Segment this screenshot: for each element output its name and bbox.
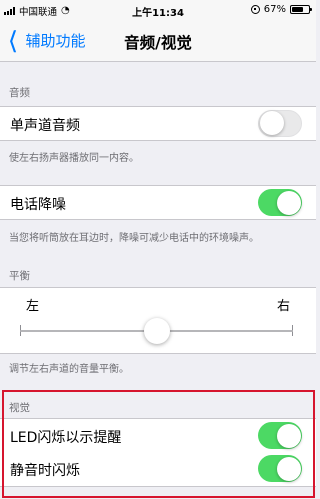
led-flash-label: LED闪烁以示提醒 — [10, 430, 122, 446]
balance-slider-thumb[interactable] — [143, 318, 170, 344]
mono-audio-footer: 使左右扬声器播放同一内容。 — [9, 153, 139, 164]
toggle-knob — [276, 423, 301, 448]
toggle-knob — [276, 190, 301, 215]
balance-left-label: 左 — [26, 299, 40, 314]
status-right: 67% — [250, 4, 312, 15]
noise-cancellation-toggle[interactable] — [258, 189, 302, 216]
battery-icon — [290, 5, 312, 14]
cell-silent-flash: 静音时闪烁 — [0, 452, 316, 487]
led-flash-toggle[interactable] — [258, 422, 302, 449]
battery-fill — [292, 7, 303, 12]
balance-right-label: 右 — [276, 299, 290, 314]
mono-audio-label: 单声道音频 — [10, 118, 80, 134]
mono-audio-toggle[interactable] — [258, 110, 302, 137]
section-header-audio: 音频 — [9, 87, 30, 99]
balance-footer: 调节左右声道的音量平衡。 — [9, 364, 129, 375]
silent-flash-toggle[interactable] — [258, 455, 302, 482]
section-header-visual: 视觉 — [9, 402, 30, 414]
toggle-knob — [259, 111, 284, 135]
navigation-bar: ❬ 辅助功能 音频/视觉 — [0, 20, 316, 62]
cell-balance: 左 右 — [0, 287, 316, 354]
toggle-knob — [276, 456, 301, 481]
rotation-lock-icon — [250, 5, 260, 14]
cell-noise-cancellation: 电话降噪 — [0, 185, 316, 220]
status-bar: 中国联通 ◔ 上午11:34 67% — [0, 0, 316, 20]
silent-flash-label: 静音时闪烁 — [10, 463, 80, 479]
battery-percent: 67% — [263, 4, 286, 15]
noise-cancellation-label: 电话降噪 — [10, 197, 66, 213]
cell-mono-audio: 单声道音频 — [0, 106, 316, 141]
section-header-balance: 平衡 — [9, 270, 30, 282]
noise-cancellation-footer: 当您将听筒放在耳边时，降噪可减少电话中的环境噪声。 — [9, 233, 259, 244]
page-title: 音频/视觉 — [124, 34, 192, 52]
cell-led-flash: LED闪烁以示提醒 — [0, 418, 316, 453]
